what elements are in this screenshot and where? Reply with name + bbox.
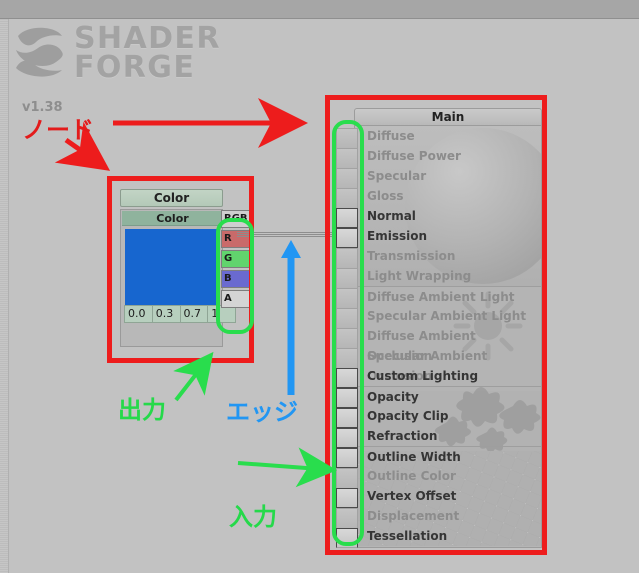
logo-wordmark: SHADER FORGE xyxy=(74,21,221,85)
annotation-capsule-inputs xyxy=(332,120,364,546)
annotation-label-node: ノード xyxy=(22,116,94,144)
shader-forge-swirl-icon xyxy=(16,27,63,77)
logo-line-2: FORGE xyxy=(74,50,196,85)
annotation-label-edge: エッジ xyxy=(226,398,298,426)
left-rail-divider xyxy=(0,19,9,573)
shader-forge-logo: SHADER FORGE v1.38 xyxy=(12,21,242,115)
annotation-label-input: 入力 xyxy=(229,503,277,531)
annotation-label-output: 出力 xyxy=(118,396,166,424)
shader-forge-canvas: SHADER FORGE v1.38 Color Color 0.0 0.3 0.7… xyxy=(0,0,639,573)
logo-line-1: SHADER xyxy=(74,21,221,56)
annotation-capsule-outputs xyxy=(216,218,254,334)
window-top-bar xyxy=(0,0,639,19)
